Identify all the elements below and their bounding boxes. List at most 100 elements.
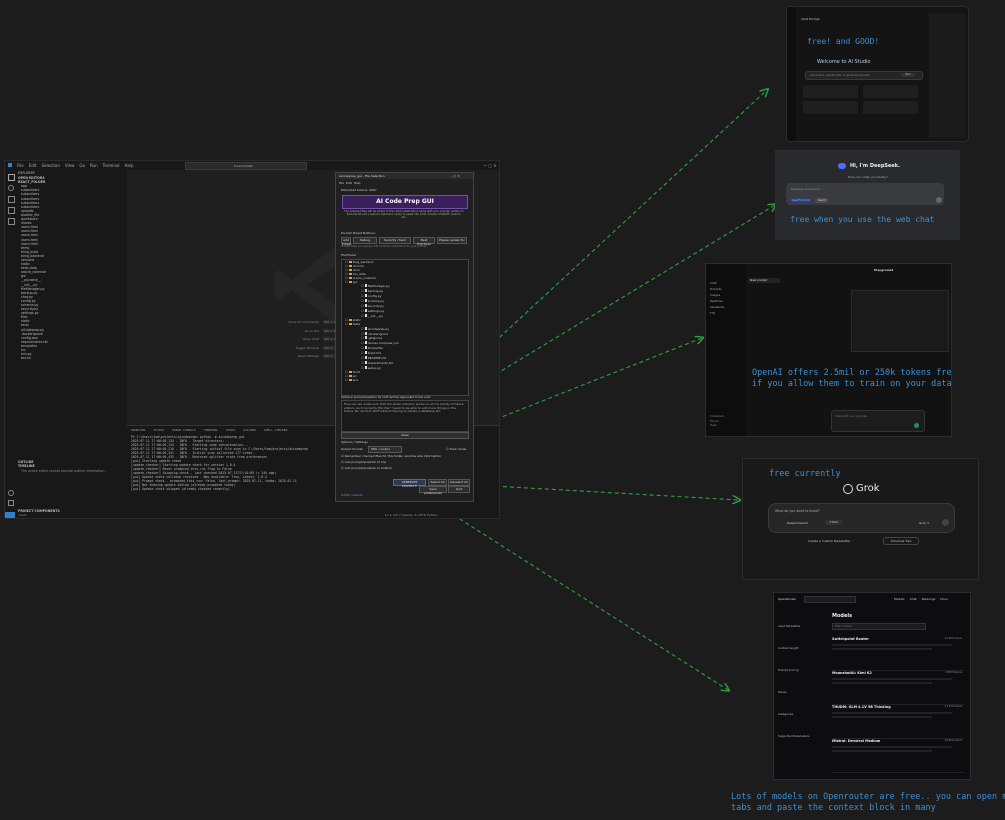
deepseek-input[interactable]: Message DeepSeek DeepThink (R1) Search <box>786 183 944 205</box>
clear-button[interactable]: Clear <box>341 432 469 439</box>
dlg-menu-file[interactable]: File <box>339 181 344 185</box>
openrouter-nav-item[interactable]: Rankings <box>922 597 936 601</box>
preset-best-practices-button[interactable]: Best Practices <box>413 237 435 246</box>
ai-studio-card-3[interactable] <box>803 101 858 114</box>
ai-studio-card-4[interactable] <box>863 101 918 114</box>
account-icon[interactable] <box>8 490 14 496</box>
remote-indicator[interactable] <box>5 512 15 518</box>
file-tree-row[interactable]: ☐ env <box>345 378 465 383</box>
openrouter-filter-group[interactable]: Series <box>778 681 809 703</box>
opt-remember-checkbox[interactable]: ☑ Remember checked files for this folder… <box>341 454 441 458</box>
preset-debug-button[interactable]: Debug <box>353 237 377 244</box>
menu-file[interactable]: File <box>17 163 24 168</box>
panel-tab[interactable]: GITLENS <box>243 428 256 432</box>
dlg-menu-edit[interactable]: Edit <box>346 181 352 185</box>
generate-context-button[interactable]: GENERATE CONTEXT! <box>393 479 426 488</box>
openrouter-model-card[interactable]: MoonshotAI: Kimi K2 235M tokens <box>832 671 964 705</box>
output-format-select[interactable]: XML <code> <box>368 446 402 453</box>
window-controls[interactable]: — ▢ ✕ <box>483 163 497 168</box>
ai-studio-run-button[interactable]: Run <box>901 73 915 77</box>
checkbox-icon[interactable]: ☐ <box>345 322 348 326</box>
panel-tab[interactable]: TERMINAL <box>204 428 218 432</box>
command-center-search[interactable]: trae/CLEAR2 <box>185 162 307 170</box>
gear-icon[interactable] <box>8 500 14 506</box>
checkbox-icon[interactable]: ☐ <box>361 299 364 303</box>
checkbox-icon[interactable]: ☐ <box>345 378 348 382</box>
checkbox-icon[interactable]: ☐ <box>361 356 364 360</box>
checkbox-icon[interactable]: ☐ <box>361 336 364 340</box>
select-all-button[interactable]: Select All <box>428 479 447 486</box>
grok-send-icon[interactable] <box>942 519 949 526</box>
menu-help[interactable]: Help <box>125 163 134 168</box>
dlg-menu-help[interactable]: Help <box>354 181 361 185</box>
grok-deepersearch-button[interactable]: DeeperSearch <box>787 521 808 525</box>
menu-edit[interactable]: Edit <box>29 163 37 168</box>
checkbox-icon[interactable]: ☐ <box>361 294 364 298</box>
preset-security-button[interactable]: Security check <box>379 237 411 244</box>
panel-tab[interactable]: PORTS <box>226 428 235 432</box>
checkbox-icon[interactable]: ☐ <box>361 284 364 288</box>
prompt-textarea[interactable]: How can we make sure that the email coll… <box>341 400 469 432</box>
openrouter-filter-group[interactable]: Input Modalities <box>778 615 809 637</box>
panel-tab[interactable]: DEBUG CONSOLE <box>172 428 195 432</box>
explorer-icon[interactable] <box>8 174 15 181</box>
checkbox-icon[interactable]: ☐ <box>361 341 364 345</box>
openai-nav-item[interactable]: TTS <box>710 310 724 316</box>
footer-link[interactable]: GitHub / website <box>341 494 363 497</box>
openrouter-filter-group[interactable]: Categories <box>778 703 809 725</box>
openrouter-nav-item[interactable]: Docs <box>940 597 947 601</box>
send-icon[interactable] <box>936 197 942 203</box>
openai-send-icon[interactable] <box>914 423 919 428</box>
openrouter-model-card[interactable]: THUDM: GLM 4.1V 9B Thinking 4.11M tokens <box>832 705 964 739</box>
search-button[interactable]: Search <box>815 198 829 203</box>
opt-top-checkbox[interactable]: ☑ Add prompt/question to top <box>341 460 386 464</box>
opt-bottom-checkbox[interactable]: ☑ Add prompt/question to bottom <box>341 466 392 470</box>
ai-studio-card-2[interactable] <box>863 85 918 98</box>
quit-button[interactable]: Quit <box>448 486 470 493</box>
source-control-icon[interactable] <box>8 196 15 203</box>
checkbox-icon[interactable]: ☐ <box>345 280 348 284</box>
deepthink-button[interactable]: DeepThink (R1) <box>790 198 812 203</box>
menu-run[interactable]: Run <box>90 163 98 168</box>
openrouter-search[interactable] <box>804 596 856 603</box>
openrouter-filter-input[interactable]: Filter models <box>832 623 926 630</box>
openrouter-filter-group[interactable]: Supported Parameters <box>778 725 809 747</box>
checkbox-icon[interactable]: ☐ <box>361 304 364 308</box>
openai-footer-item[interactable]: Cookbook <box>710 414 724 419</box>
checkbox-icon[interactable]: ☐ <box>361 361 364 365</box>
grok-input[interactable]: What do you want to know? DeeperSearch T… <box>768 503 955 533</box>
preset-review-button[interactable]: Please review for <box>437 237 467 244</box>
openrouter-filter-group[interactable]: Context length <box>778 637 809 659</box>
menu-view[interactable]: View <box>65 163 75 168</box>
deselect-all-button[interactable]: Deselect All <box>448 479 470 486</box>
checkbox-icon[interactable]: ☐ <box>361 351 364 355</box>
model-name[interactable]: MoonshotAI: Kimi K2 <box>832 671 964 675</box>
panel-tab[interactable]: OUTPUT <box>153 428 164 432</box>
openrouter-nav-item[interactable]: Models <box>894 597 905 601</box>
grok-think-button[interactable]: Think <box>825 520 843 525</box>
checkbox-icon[interactable]: ☐ <box>361 327 364 331</box>
run-debug-icon[interactable] <box>8 207 15 214</box>
search-icon[interactable] <box>8 185 14 191</box>
timeline-header[interactable]: TIMELINE <box>18 464 35 468</box>
extensions-icon[interactable] <box>8 218 15 225</box>
menu-go[interactable]: Go <box>79 163 85 168</box>
openai-chat-input[interactable]: Chat with your prompt... <box>831 410 925 432</box>
checkbox-icon[interactable]: ☐ <box>361 309 364 313</box>
menu-selection[interactable]: Selection <box>41 163 59 168</box>
openrouter-filter-group[interactable]: Prompt pricing <box>778 659 809 681</box>
preset-add-button[interactable]: Add Preset <box>341 237 351 246</box>
panel-tab[interactable]: SPELL CHECKER <box>264 428 287 432</box>
grok-suggestion-1[interactable]: Create a Custom Newsletter <box>808 539 850 543</box>
openai-tab[interactable]: New prompt <box>748 278 780 283</box>
openrouter-nav-item[interactable]: Chat <box>910 597 917 601</box>
dialog-window-controls[interactable]: – ▢ ✕ <box>451 174 460 178</box>
save-preferences-button[interactable]: Save preferences <box>419 486 447 495</box>
panel-tab[interactable]: PROBLEMS <box>131 428 145 432</box>
dark-mode-toggle[interactable]: ☑ Dark mode <box>446 447 466 451</box>
openai-footer-item[interactable]: Help <box>710 423 724 428</box>
grok-model-select[interactable]: Grok 3 <box>919 521 929 525</box>
explorer-item[interactable]: tox.ini <box>21 356 127 360</box>
grok-suggestion-2[interactable]: Schedule Tips <box>883 537 919 545</box>
menu-terminal[interactable]: Terminal <box>103 163 120 168</box>
